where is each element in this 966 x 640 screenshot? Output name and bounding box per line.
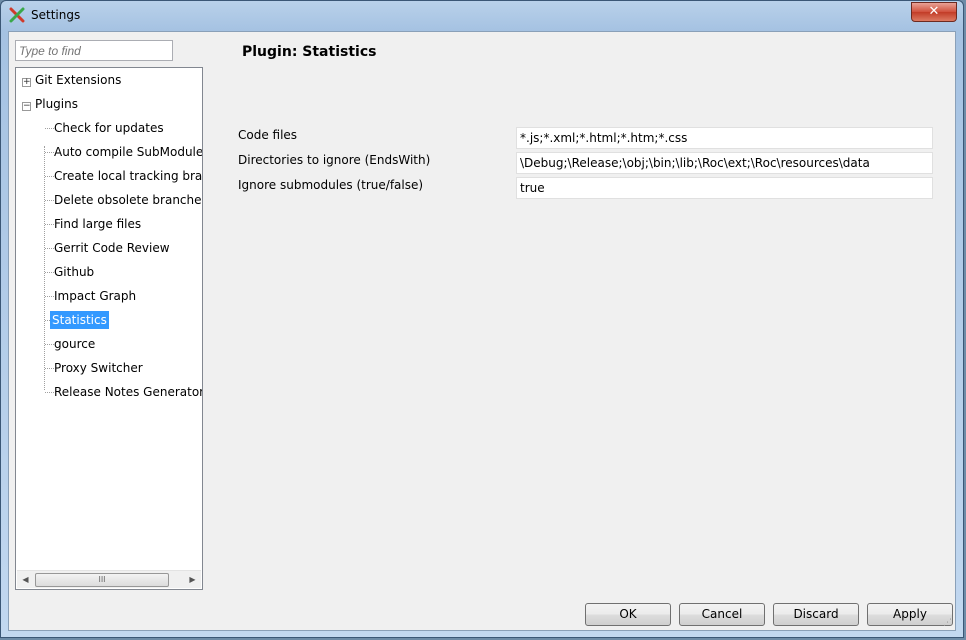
window-title: Settings <box>31 8 81 22</box>
tree-item-check-for-updates[interactable]: Check for updates <box>52 119 166 137</box>
tree-item-plugins[interactable]: Plugins <box>33 95 80 113</box>
code-files-field[interactable]: *.js;*.xml;*.html;*.htm;*.css <box>516 127 933 149</box>
tree-item-github[interactable]: Github <box>52 263 96 281</box>
search-input[interactable] <box>15 40 173 61</box>
close-icon: ✕ <box>928 4 940 19</box>
ok-button[interactable]: OK <box>585 603 671 626</box>
ignore-submodules-field[interactable]: true <box>516 177 933 199</box>
scroll-left-icon[interactable]: ◀ <box>17 571 34 588</box>
directories-to-ignore-label: Directories to ignore (EndsWith) <box>238 153 431 167</box>
ignore-submodules-label: Ignore submodules (true/false) <box>238 178 424 192</box>
tree-item-delete-obsolete-branches[interactable]: Delete obsolete branches <box>52 191 202 209</box>
title-bar[interactable]: Settings ✕ <box>1 1 963 31</box>
tree-item-create-local-tracking-branches[interactable]: Create local tracking branc <box>52 167 202 185</box>
tree-item-gerrit-code-review[interactable]: Gerrit Code Review <box>52 239 172 257</box>
tree-item-gource[interactable]: gource <box>52 335 97 353</box>
tree-item-impact-graph[interactable]: Impact Graph <box>52 287 138 305</box>
settings-window: Settings ✕ + Git Extensions − Plugins Ch… <box>0 0 964 638</box>
tree-item-statistics[interactable]: Statistics <box>50 311 109 329</box>
expand-icon[interactable]: + <box>22 78 31 87</box>
tree-item-git-extensions[interactable]: Git Extensions <box>33 71 123 89</box>
scroll-right-icon[interactable]: ▶ <box>184 571 201 588</box>
cancel-button[interactable]: Cancel <box>679 603 765 626</box>
code-files-label: Code files <box>238 128 298 142</box>
settings-client-area: + Git Extensions − Plugins Check for upd… <box>8 31 956 631</box>
close-button[interactable]: ✕ <box>911 2 957 22</box>
tree-horizontal-scrollbar[interactable]: ◀ III ▶ <box>17 570 201 588</box>
git-extensions-app-icon <box>9 7 25 23</box>
tree-item-find-large-files[interactable]: Find large files <box>52 215 143 233</box>
collapse-icon[interactable]: − <box>22 102 31 111</box>
tree-connector-line <box>44 146 45 390</box>
scrollbar-thumb[interactable]: III <box>35 573 169 587</box>
discard-button[interactable]: Discard <box>773 603 859 626</box>
resize-grip-icon[interactable]: ⋰ <box>943 618 953 628</box>
tree-item-release-notes-generator[interactable]: Release Notes Generator <box>52 383 202 401</box>
apply-button[interactable]: Apply <box>867 603 953 626</box>
settings-tree[interactable]: + Git Extensions − Plugins Check for upd… <box>15 67 203 590</box>
tree-item-auto-compile-submodules[interactable]: Auto compile SubModules <box>52 143 202 161</box>
page-title: Plugin: Statistics <box>242 44 377 60</box>
directories-to-ignore-field[interactable]: \Debug;\Release;\obj;\bin;\lib;\Roc\ext;… <box>516 152 933 174</box>
tree-item-proxy-switcher[interactable]: Proxy Switcher <box>52 359 145 377</box>
